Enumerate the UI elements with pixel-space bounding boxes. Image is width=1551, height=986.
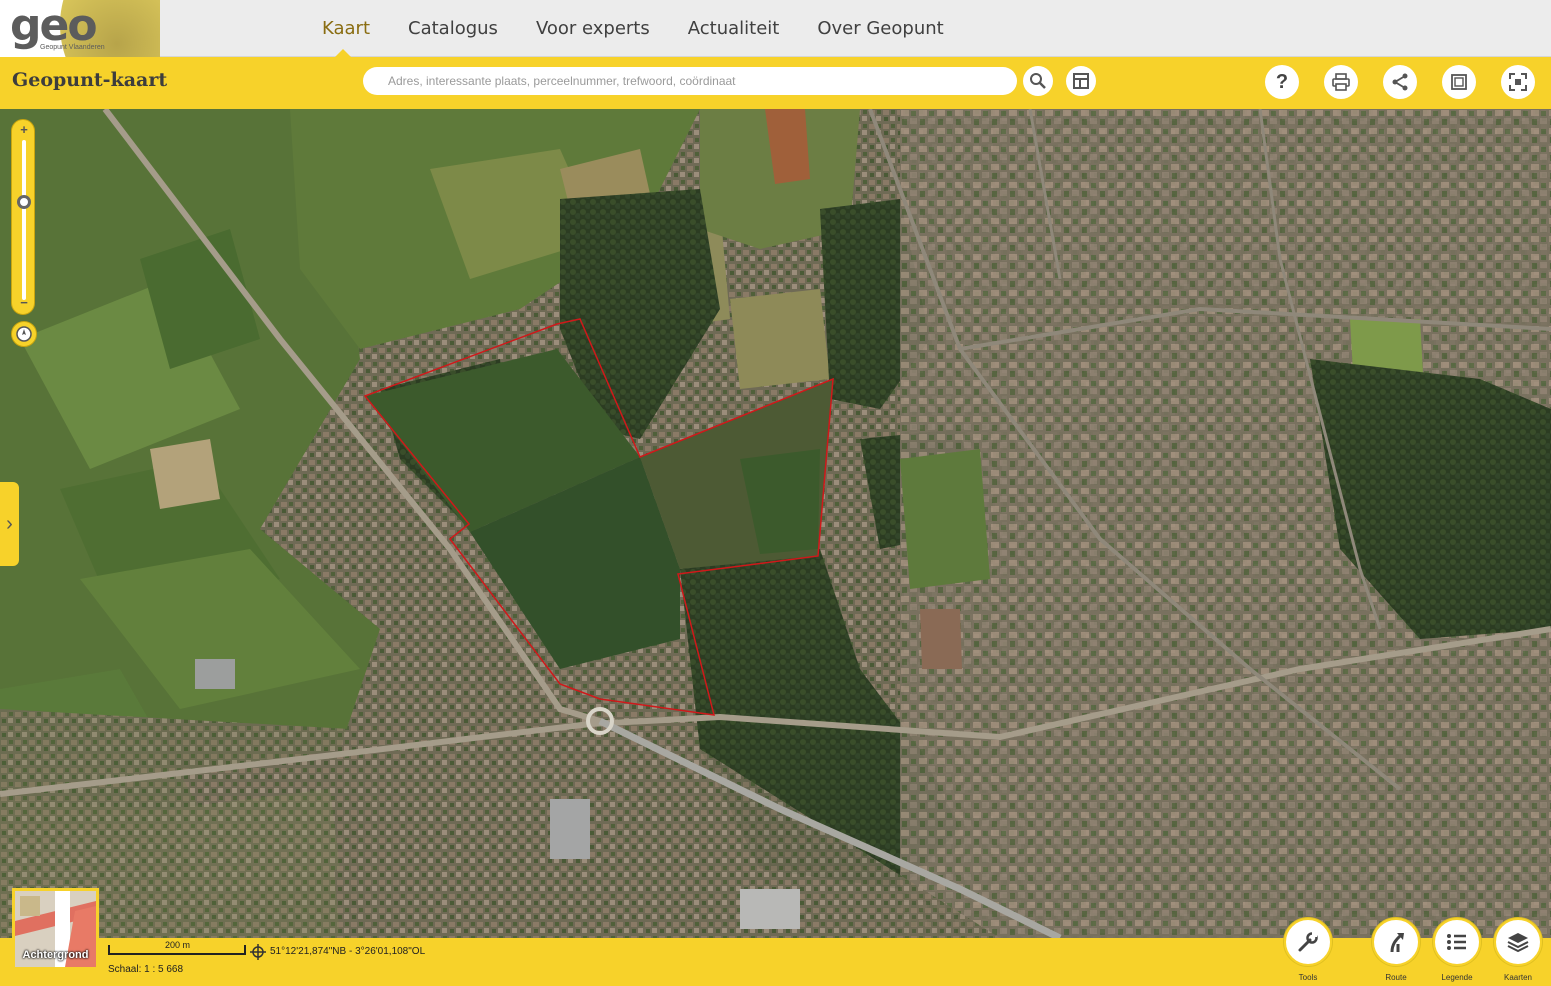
share-icon [1392, 73, 1408, 91]
zoom-out-button[interactable]: − [12, 295, 36, 310]
geopunt-logo[interactable]: geo Geopunt Vlaanderen [0, 0, 160, 57]
map-toolbar: Geopunt-kaart ? [0, 57, 1551, 109]
maps-button[interactable] [1494, 918, 1542, 966]
print-button[interactable] [1324, 65, 1358, 99]
window-button[interactable] [1442, 65, 1476, 99]
background-switcher[interactable]: Achtergrond [12, 888, 99, 970]
coordinate-readout: 51°12'21,874"NB - 3°26'01,108"OL [270, 946, 426, 957]
zoom-knob[interactable] [17, 195, 31, 209]
locate-button[interactable] [11, 321, 37, 347]
share-button[interactable] [1383, 65, 1417, 99]
search-input[interactable] [363, 67, 1017, 95]
list-icon [1447, 934, 1466, 950]
tools-button[interactable] [1284, 918, 1332, 966]
chevron-right-icon: › [6, 512, 13, 535]
tools-label: Tools [1298, 973, 1318, 982]
fullscreen-icon [1509, 73, 1527, 91]
help-button[interactable]: ? [1265, 65, 1299, 99]
table-icon [1073, 73, 1089, 89]
window-icon [1451, 74, 1467, 90]
nav-item-kaart[interactable]: Kaart [303, 0, 389, 57]
background-label: Achtergrond [22, 949, 89, 961]
route-icon [1390, 933, 1404, 953]
compass-icon [16, 326, 32, 342]
nav-item-voor-experts[interactable]: Voor experts [517, 0, 669, 57]
table-button[interactable] [1066, 66, 1096, 96]
crosshair-icon [250, 944, 266, 960]
legend-button[interactable] [1433, 918, 1481, 966]
search-button[interactable] [1023, 66, 1053, 96]
main-nav: Kaart Catalogus Voor experts Actualiteit… [303, 0, 963, 57]
map-canvas[interactable]: › [0, 109, 1551, 938]
search-icon [1030, 73, 1046, 89]
zoom-slider[interactable]: + − [11, 119, 35, 315]
zoom-track[interactable] [22, 140, 26, 300]
nav-item-actualiteit[interactable]: Actualiteit [669, 0, 799, 57]
scale-text: Schaal: 1 : 5 668 [108, 964, 184, 975]
logo-subtitle: Geopunt Vlaanderen [40, 44, 105, 51]
route-button[interactable] [1372, 918, 1420, 966]
route-label: Route [1385, 973, 1407, 982]
top-navigation: geo Geopunt Vlaanderen Kaart Catalogus V… [0, 0, 1551, 57]
fullscreen-button[interactable] [1501, 65, 1535, 99]
wrench-icon [1298, 932, 1318, 952]
nav-item-over-geopunt[interactable]: Over Geopunt [798, 0, 962, 57]
side-panel-toggle[interactable]: › [0, 482, 19, 566]
help-icon: ? [1275, 70, 1289, 93]
scale-bar-label: 200 m [150, 940, 205, 950]
maps-label: Kaarten [1503, 973, 1533, 982]
page-title: Geopunt-kaart [12, 69, 168, 91]
layers-icon [1507, 933, 1529, 953]
zoom-in-button[interactable]: + [12, 122, 36, 137]
aerial-imagery [0, 109, 1551, 938]
legend-label: Legende [1441, 973, 1473, 982]
nav-item-catalogus[interactable]: Catalogus [389, 0, 517, 57]
print-icon [1332, 73, 1350, 91]
